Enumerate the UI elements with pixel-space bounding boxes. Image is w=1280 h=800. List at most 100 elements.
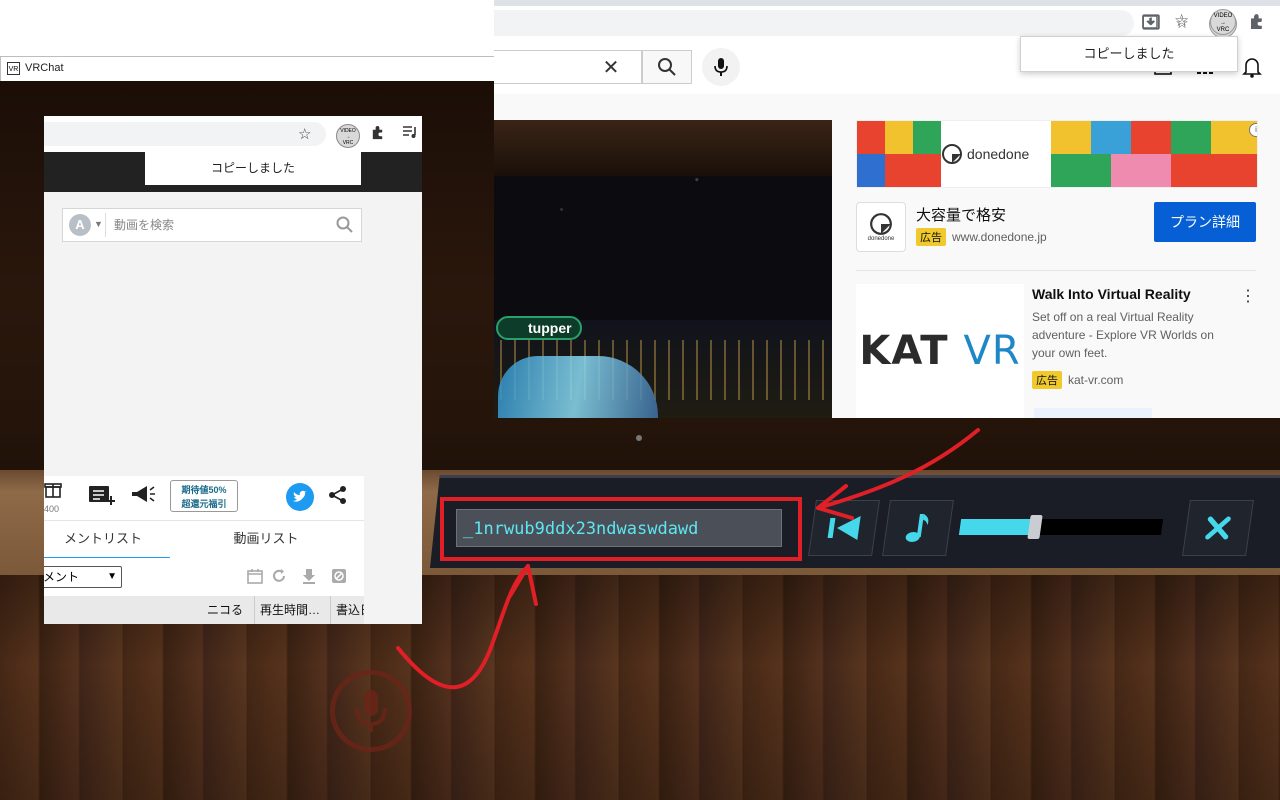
ad-link-button[interactable]: [1034, 408, 1152, 418]
address-bar[interactable]: [44, 122, 326, 146]
media-playlist-icon[interactable]: [402, 125, 418, 143]
donedone-logo-icon: donedone: [856, 202, 906, 252]
kat-vr-logo: KAT VR: [859, 328, 1020, 374]
ad-domain: kat-vr.com: [1068, 373, 1123, 387]
add-to-mylist-icon[interactable]: [88, 484, 116, 512]
extensions-puzzle-icon[interactable]: [370, 125, 385, 144]
donedone-brand-text: donedone: [967, 146, 1029, 162]
plan-details-button[interactable]: プラン詳細: [1154, 202, 1256, 242]
banner-tile: [1051, 121, 1091, 154]
chevron-down-icon: ▼: [107, 567, 117, 587]
gift-icon[interactable]: [44, 480, 62, 503]
video-action-bar: 400 期待値50% 超還元福引: [44, 476, 364, 520]
column-play-time[interactable]: 再生時間…: [254, 596, 330, 624]
stage-dot: [636, 435, 642, 441]
banner-tile: [913, 121, 941, 154]
select-value: メント: [44, 570, 79, 584]
column-nicoru[interactable]: ニコる: [202, 596, 252, 624]
music-mode-button[interactable]: [882, 500, 954, 556]
search-button[interactable]: [642, 50, 692, 84]
ad-meta: 広告 www.donedone.jp: [916, 228, 1047, 246]
microphone-icon: [713, 57, 729, 77]
ad-badge: 広告: [1032, 371, 1062, 389]
install-icon[interactable]: [1142, 13, 1160, 31]
refresh-icon[interactable]: [270, 568, 288, 586]
microphone-icon: [330, 670, 412, 752]
video-vrc-extension-icon[interactable]: VIDEO→VRC: [336, 124, 360, 148]
close-icon: [1203, 515, 1233, 541]
ad-domain: www.donedone.jp: [952, 230, 1047, 244]
video-url-input[interactable]: _1nrwub9ddx23ndwaswdawd: [456, 509, 782, 547]
kat-vr-logo-part2: VR: [963, 328, 1020, 374]
ad-description: Set off on a real Virtual Reality advent…: [1032, 308, 1232, 362]
comment-type-select[interactable]: メント ▼: [44, 566, 122, 588]
ng-filter-icon[interactable]: [330, 568, 348, 586]
video-player[interactable]: tupper: [494, 120, 832, 418]
search-type-avatar[interactable]: A: [69, 214, 91, 236]
ad-meta: 広告 kat-vr.com: [1032, 371, 1123, 389]
banner-tile: [1171, 121, 1211, 154]
clear-search-icon[interactable]: ✕: [596, 57, 626, 79]
ad-title[interactable]: Walk Into Virtual Reality: [1032, 286, 1191, 302]
lottery-promo-badge[interactable]: 期待値50% 超還元福引: [170, 480, 238, 512]
donedone-logo: donedone: [941, 133, 1051, 175]
youtube-browser-window: ☆ VIDEO→VRC ✕ tupper: [494, 0, 1280, 418]
vrchat-window-titlebar: VR VRChat: [0, 56, 494, 81]
youtube-search-input[interactable]: ✕: [494, 50, 642, 84]
banner-tile: [857, 154, 885, 187]
donedone-banner-ad[interactable]: donedone i: [856, 120, 1258, 188]
kat-vr-ad-thumbnail[interactable]: KAT VR: [856, 284, 1024, 418]
promo-line2: 超還元福引: [181, 499, 226, 509]
calendar-icon[interactable]: [246, 568, 264, 586]
banner-tile: [857, 121, 885, 154]
close-player-button[interactable]: [1182, 500, 1254, 556]
donedone-text-ad[interactable]: donedone 大容量で格安 広告 www.donedone.jp プラン詳細: [856, 202, 1256, 254]
ad-title[interactable]: 大容量で格安: [916, 204, 1006, 225]
comment-table-header: ニコる 再生時間… 書込日: [44, 596, 364, 624]
bookmark-star-icon[interactable]: ☆: [1174, 11, 1189, 31]
banner-tile: [1131, 121, 1171, 154]
window-title: VRChat: [25, 62, 64, 74]
extensions-puzzle-icon[interactable]: [1248, 13, 1265, 30]
donedone-logo-text: donedone: [868, 236, 895, 242]
banner-tile: [1091, 121, 1131, 154]
tab-video-list[interactable]: 動画リスト: [204, 521, 328, 559]
kat-vr-logo-part1: KAT: [859, 328, 948, 374]
address-bar[interactable]: [494, 10, 1134, 36]
banner-tile: [1171, 154, 1257, 187]
bookmark-star-icon[interactable]: ☆: [298, 125, 311, 143]
dropdown-caret-icon[interactable]: ▼: [94, 219, 103, 229]
twitter-share-icon[interactable]: [286, 483, 314, 511]
browser-toolbar: ☆ VIDEO→VRC: [44, 116, 422, 153]
share-icon[interactable]: [328, 485, 348, 510]
panel-tabs: メントリスト 動画リスト: [44, 520, 364, 559]
column-post-date[interactable]: 書込日: [330, 596, 364, 624]
niconico-browser-window: ☆ VIDEO→VRC コピーしました A ▼ 動画を検索 400 期待値50%…: [44, 116, 422, 624]
banner-tile: [1111, 154, 1171, 187]
advertise-megaphone-icon[interactable]: [130, 484, 156, 512]
copied-toast: コピーしました: [145, 152, 361, 185]
video-search-box: A ▼ 動画を検索: [62, 208, 362, 242]
search-icon[interactable]: [335, 215, 355, 235]
search-input[interactable]: 動画を検索: [105, 213, 325, 237]
microphone-glyph: [351, 688, 391, 734]
banner-tile: [885, 154, 941, 187]
outer-tab-strip: [494, 0, 1280, 5]
ad-info-icon[interactable]: i: [1249, 123, 1258, 137]
ads-sidebar: donedone i donedone 大容量で格安 広告 www.donedon…: [856, 120, 1256, 418]
outer-browser-toolbar: ☆ VIDEO→VRC: [1140, 8, 1280, 36]
more-options-icon[interactable]: ⋮: [1240, 286, 1256, 306]
video-vrc-extension-icon[interactable]: VIDEO→VRC: [1210, 9, 1236, 35]
notifications-bell-icon[interactable]: [1242, 56, 1262, 78]
promo-line1: 期待値50%: [181, 485, 226, 495]
divider: [856, 270, 1256, 271]
play-button[interactable]: [808, 500, 880, 556]
video-scene-ceiling: [494, 120, 832, 176]
ad-badge: 広告: [916, 228, 946, 246]
scroll-down-icon[interactable]: [300, 568, 318, 586]
voice-search-button[interactable]: [702, 48, 740, 86]
volume-slider[interactable]: [959, 519, 1163, 535]
tab-comment-list[interactable]: メントリスト: [44, 521, 166, 559]
gift-count: 400: [44, 504, 59, 514]
banner-tile: [1051, 154, 1111, 187]
